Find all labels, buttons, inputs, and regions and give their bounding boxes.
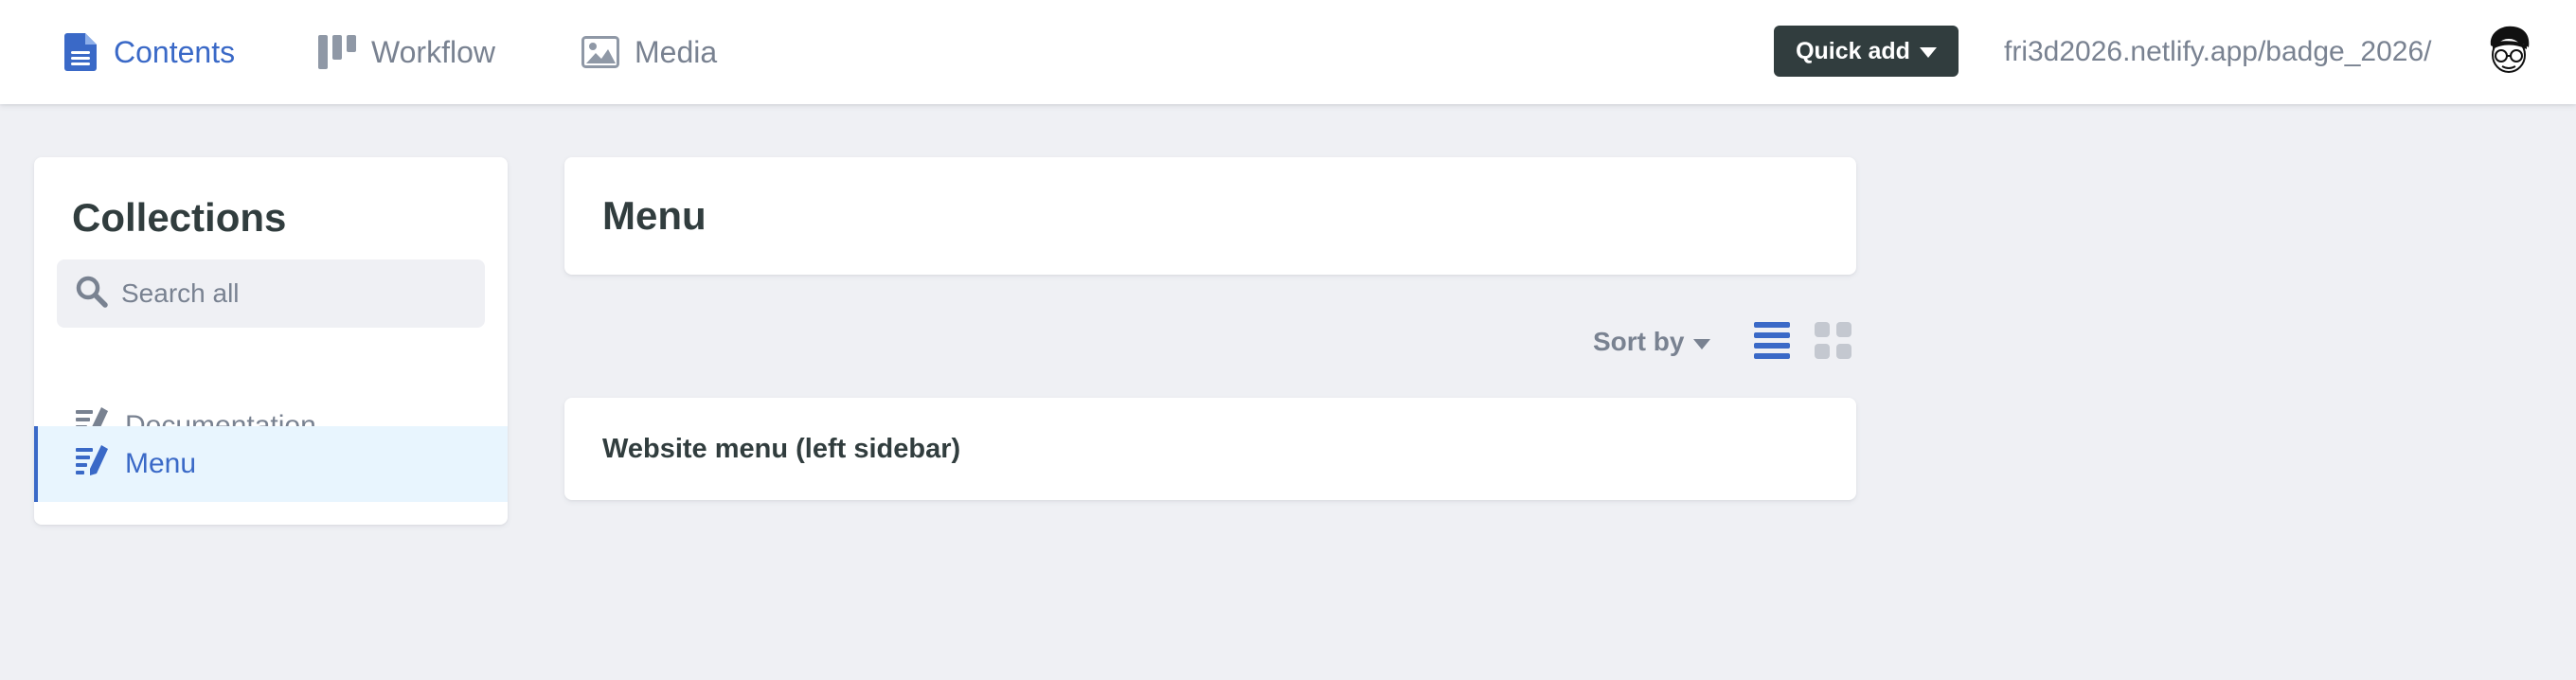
entry-title: Website menu (left sidebar) (602, 433, 961, 464)
quick-add-button[interactable]: Quick add (1774, 26, 1959, 77)
list-view-button[interactable] (1754, 322, 1790, 360)
search-input[interactable] (121, 278, 472, 309)
search-icon (76, 276, 108, 313)
collection-header: Menu (564, 157, 1856, 275)
entry-card[interactable]: Website menu (left sidebar) (564, 398, 1856, 500)
image-icon (581, 36, 619, 68)
edit-list-icon (76, 444, 110, 484)
nav-media[interactable]: Media (581, 0, 717, 104)
caret-down-icon (1693, 327, 1711, 357)
nav-contents[interactable]: Contents (64, 0, 235, 104)
sort-by-dropdown[interactable]: Sort by (1593, 318, 1711, 366)
avatar[interactable] (2485, 25, 2532, 76)
site-url-link[interactable]: fri3d2026.netlify.app/badge_2026/ (2004, 0, 2431, 104)
list-view-icon (1754, 322, 1790, 359)
kanban-icon (318, 35, 356, 69)
sidebar-title: Collections (72, 195, 287, 240)
nav-label: Workflow (371, 34, 495, 69)
search-box[interactable] (57, 259, 485, 328)
top-bar: Contents Workflow Media Quick add fri3d2… (0, 0, 2576, 104)
nav-label: Media (635, 34, 718, 69)
document-icon (64, 33, 98, 71)
caret-down-icon (1919, 38, 1937, 65)
nav-label: Contents (114, 34, 236, 69)
sort-by-label: Sort by (1593, 327, 1685, 356)
collection-label: Menu (125, 448, 197, 479)
avatar-icon (2490, 26, 2530, 73)
grid-view-button[interactable] (1815, 322, 1852, 360)
quick-add-label: Quick add (1796, 37, 1910, 64)
page-title: Menu (602, 193, 707, 238)
nav-workflow[interactable]: Workflow (318, 0, 495, 104)
collection-item-menu[interactable]: Menu (34, 426, 508, 502)
grid-view-icon (1815, 322, 1852, 359)
